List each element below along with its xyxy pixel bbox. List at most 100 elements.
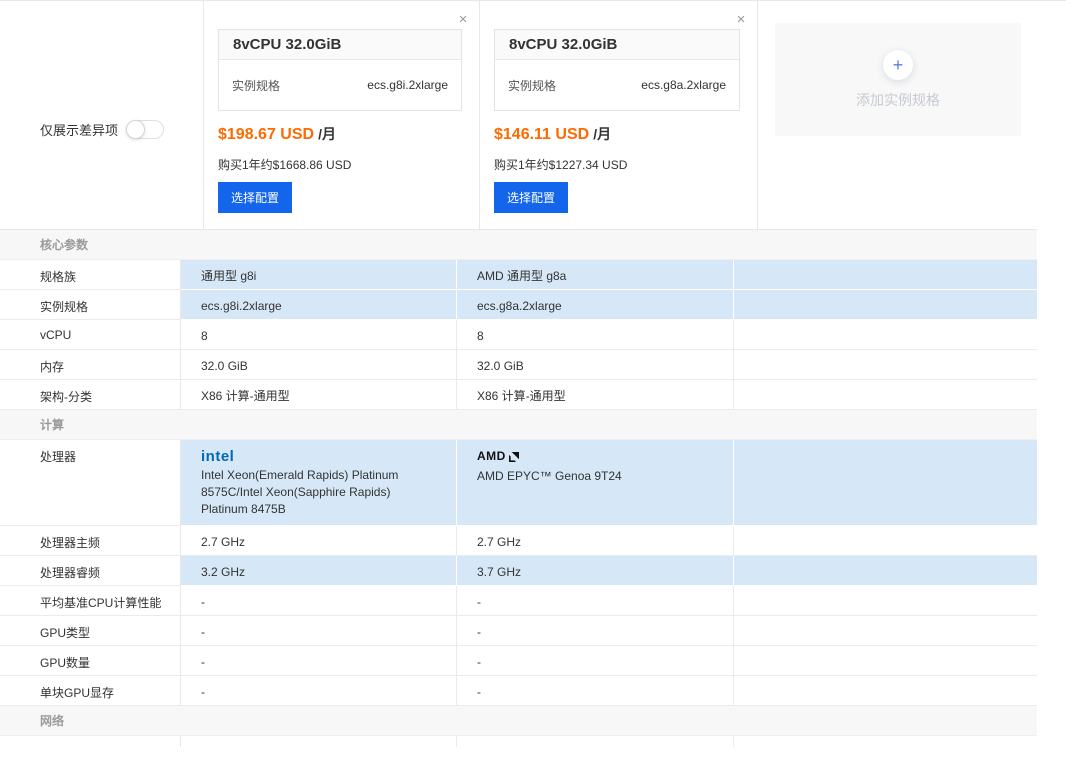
row-value-2: -: [457, 676, 734, 706]
section-header-core-params: 核心参数: [0, 230, 1037, 260]
spec-label: 实例规格: [232, 77, 280, 94]
compare-column-3: + 添加实例规格: [758, 1, 1065, 229]
row-value-3: [734, 526, 1037, 556]
row-label: 内存: [0, 350, 181, 380]
instance-card-spec-row: 实例规格 ecs.g8i.2xlarge: [219, 60, 461, 110]
row-value-1: ecs.g8i.2xlarge: [181, 290, 457, 320]
select-config-button[interactable]: 选择配置: [494, 182, 568, 213]
row-label: 处理器主频: [0, 526, 181, 556]
compare-header: 仅展示差异项 × 8vCPU 32.0GiB 实例规格 ecs.g8i.2xla…: [0, 1, 1066, 229]
compare-column-1: × 8vCPU 32.0GiB 实例规格 ecs.g8i.2xlarge $19…: [204, 1, 480, 229]
diff-only-toggle-label: 仅展示差异项: [40, 120, 118, 139]
table-row: 实例规格 ecs.g8i.2xlarge ecs.g8a.2xlarge: [0, 290, 1037, 320]
instance-card-spec-row: 实例规格 ecs.g8a.2xlarge: [495, 60, 739, 110]
price-line: $198.67 USD/月: [218, 124, 336, 144]
close-icon[interactable]: ×: [455, 12, 471, 27]
row-value-1: 32.0 GiB: [181, 350, 457, 380]
section-header-compute: 计算: [0, 410, 1037, 440]
row-value-1: [181, 736, 457, 747]
intel-logo: intel: [201, 448, 440, 465]
row-value-1: 8: [181, 320, 457, 350]
row-value-1: -: [181, 676, 457, 706]
row-value-3: [734, 320, 1037, 350]
row-label: 规格族: [0, 260, 181, 290]
row-value-1: -: [181, 586, 457, 616]
row-value-3: [734, 260, 1037, 290]
table-row: 内存 32.0 GiB 32.0 GiB: [0, 350, 1037, 380]
row-value-3: [734, 556, 1037, 586]
instance-card-title: 8vCPU 32.0GiB: [219, 30, 461, 60]
row-label: GPU类型: [0, 616, 181, 646]
select-config-button[interactable]: 选择配置: [218, 182, 292, 213]
processor-text: Intel Xeon(Emerald Rapids) Platinum 8575…: [201, 467, 440, 518]
table-row-partial: [0, 736, 1037, 747]
row-value-2: X86 计算-通用型: [457, 380, 734, 410]
amd-logo-text: AMD: [477, 448, 506, 465]
row-label: [0, 736, 181, 747]
toggle-knob: [126, 120, 145, 139]
close-icon[interactable]: ×: [733, 12, 749, 27]
table-row-processor: 处理器 intel Intel Xeon(Emerald Rapids) Pla…: [0, 440, 1037, 526]
processor-text: AMD EPYC™ Genoa 9T24: [477, 468, 717, 485]
row-label: 平均基准CPU计算性能: [0, 586, 181, 616]
row-value-2: ecs.g8a.2xlarge: [457, 290, 734, 320]
row-value-1: 3.2 GHz: [181, 556, 457, 586]
row-value-2: -: [457, 616, 734, 646]
add-instance-card[interactable]: + 添加实例规格: [775, 23, 1021, 136]
instance-compare-page: 仅展示差异项 × 8vCPU 32.0GiB 实例规格 ecs.g8i.2xla…: [0, 0, 1066, 758]
row-value-3: [734, 646, 1037, 676]
amd-logo: AMD: [477, 448, 717, 465]
comparison-table: 核心参数 规格族 通用型 g8i AMD 通用型 g8a 实例规格 ecs.g8…: [0, 229, 1037, 747]
row-value-2: AMD 通用型 g8a: [457, 260, 734, 290]
price-per-unit: /月: [593, 126, 611, 142]
row-value-1: -: [181, 616, 457, 646]
price-line: $146.11 USD/月: [494, 124, 611, 144]
spec-label: 实例规格: [508, 77, 556, 94]
diff-only-toggle-group: 仅展示差异项: [40, 120, 164, 139]
section-header-network: 网络: [0, 706, 1037, 736]
table-row: GPU类型 - -: [0, 616, 1037, 646]
instance-card: 8vCPU 32.0GiB 实例规格 ecs.g8i.2xlarge: [218, 29, 462, 111]
yearly-price: 购买1年约$1227.34 USD: [494, 156, 627, 173]
row-value-2: -: [457, 586, 734, 616]
row-value-1: intel Intel Xeon(Emerald Rapids) Platinu…: [181, 440, 457, 526]
table-row: 处理器睿频 3.2 GHz 3.7 GHz: [0, 556, 1037, 586]
row-value-3: [734, 380, 1037, 410]
row-label: GPU数量: [0, 646, 181, 676]
row-value-3: [734, 616, 1037, 646]
table-row: 平均基准CPU计算性能 - -: [0, 586, 1037, 616]
instance-card: 8vCPU 32.0GiB 实例规格 ecs.g8a.2xlarge: [494, 29, 740, 111]
yearly-price: 购买1年约$1668.86 USD: [218, 156, 351, 173]
row-value-2: 8: [457, 320, 734, 350]
row-value-2: [457, 736, 734, 747]
price-per-unit: /月: [318, 126, 336, 142]
row-label: 实例规格: [0, 290, 181, 320]
row-value-1: 2.7 GHz: [181, 526, 457, 556]
amd-arrow-icon: [509, 452, 519, 462]
plus-icon: +: [883, 50, 913, 80]
row-value-3: [734, 736, 1037, 747]
instance-card-title: 8vCPU 32.0GiB: [495, 30, 739, 60]
row-label: 处理器: [0, 440, 181, 526]
table-row: GPU数量 - -: [0, 646, 1037, 676]
row-value-2: 32.0 GiB: [457, 350, 734, 380]
table-row: 处理器主频 2.7 GHz 2.7 GHz: [0, 526, 1037, 556]
table-row: 架构-分类 X86 计算-通用型 X86 计算-通用型: [0, 380, 1037, 410]
add-instance-label: 添加实例规格: [856, 90, 940, 110]
row-label: 处理器睿频: [0, 556, 181, 586]
row-value-2: AMD AMD EPYC™ Genoa 9T24: [457, 440, 734, 526]
price-amount: $198.67 USD: [218, 126, 314, 143]
diff-only-toggle[interactable]: [126, 120, 164, 139]
row-label: 架构-分类: [0, 380, 181, 410]
row-value-1: X86 计算-通用型: [181, 380, 457, 410]
table-row: 规格族 通用型 g8i AMD 通用型 g8a: [0, 260, 1037, 290]
spec-value: ecs.g8i.2xlarge: [367, 78, 448, 92]
row-value-2: -: [457, 646, 734, 676]
table-row: vCPU 8 8: [0, 320, 1037, 350]
price-amount: $146.11 USD: [494, 126, 589, 143]
spec-value: ecs.g8a.2xlarge: [641, 78, 726, 92]
row-value-3: [734, 440, 1037, 526]
row-value-1: 通用型 g8i: [181, 260, 457, 290]
row-value-2: 3.7 GHz: [457, 556, 734, 586]
row-value-3: [734, 676, 1037, 706]
